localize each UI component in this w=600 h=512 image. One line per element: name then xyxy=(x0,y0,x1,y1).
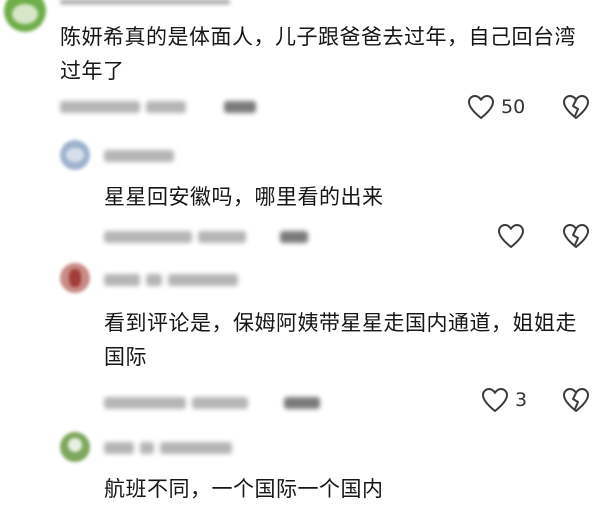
heart-outline-icon xyxy=(468,95,494,119)
comment-text: 看到评论是，保姆阿姨带星星走国内通道，姐姐走国际 xyxy=(104,311,577,369)
like-count: 50 xyxy=(501,96,526,118)
reply-button[interactable]: 回复 xyxy=(282,392,318,412)
username-blurred[interactable] xyxy=(104,272,244,288)
heart-outline-icon xyxy=(482,388,508,412)
comment-text: 航班不同，一个国际一个国内 xyxy=(104,477,384,501)
comment-meta-blurred xyxy=(60,99,262,115)
blurred-header-strip xyxy=(0,0,600,6)
comment-text: 陈妍希真的是体面人，儿子跟爸爸去过年，自己回台湾过年了 xyxy=(60,25,576,83)
username-blurred[interactable] xyxy=(104,148,180,164)
comment-text: 星星回安徽吗，哪里看的出来 xyxy=(104,185,384,209)
avatar[interactable] xyxy=(60,432,90,462)
reply-button[interactable]: 回复 xyxy=(282,226,318,246)
like-button[interactable] xyxy=(497,223,531,249)
avatar[interactable] xyxy=(60,263,90,293)
heart-outline-icon xyxy=(498,224,524,248)
username-blurred[interactable] xyxy=(104,440,238,456)
avatar[interactable] xyxy=(60,140,90,170)
like-button[interactable]: 50 xyxy=(467,94,525,120)
avatar[interactable] xyxy=(4,0,46,32)
broken-heart-icon xyxy=(563,224,589,248)
like-button[interactable]: 3 xyxy=(481,387,527,413)
broken-heart-icon xyxy=(563,388,589,412)
dislike-button[interactable] xyxy=(562,94,590,120)
reply-button[interactable]: 回复 xyxy=(239,96,275,116)
like-count: 3 xyxy=(515,389,528,411)
comment-list: 陈妍希真的是体面人，儿子跟爸爸去过年，自己回台湾过年了 回复 50 xyxy=(0,0,600,512)
dislike-button[interactable] xyxy=(562,223,590,249)
broken-heart-icon xyxy=(563,95,589,119)
dislike-button[interactable] xyxy=(562,387,590,413)
